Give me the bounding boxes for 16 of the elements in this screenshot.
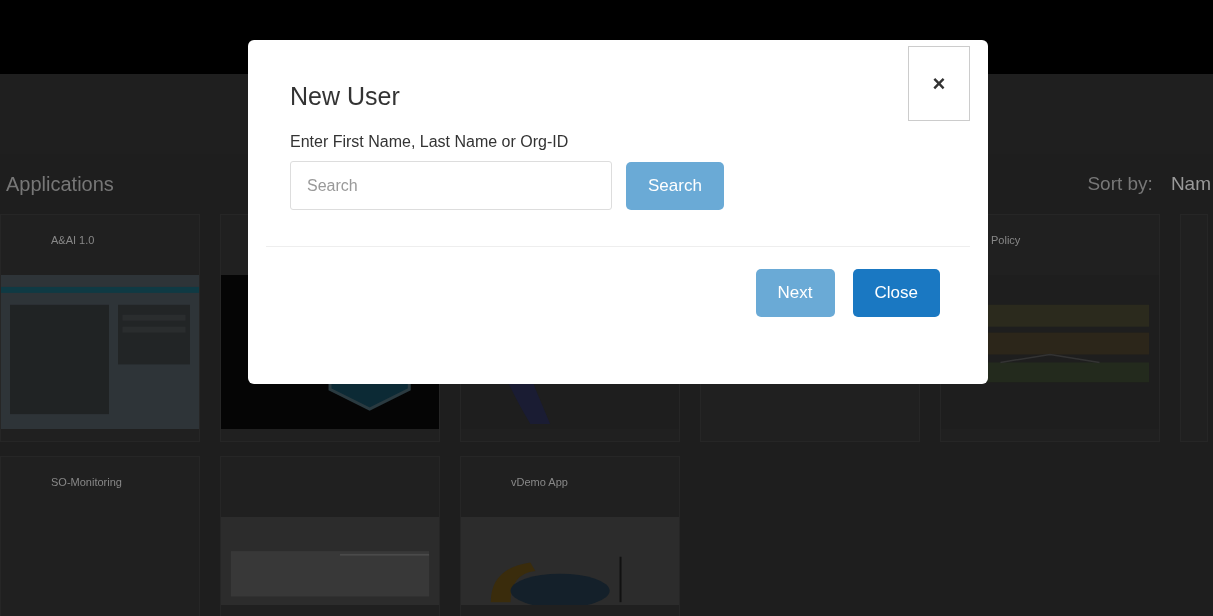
dialog-title: New User (290, 82, 400, 111)
card-title: SO-Monitoring (51, 476, 122, 488)
sort-label: Sort by: (1087, 173, 1153, 195)
dialog-button[interactable]: Close (852, 269, 940, 317)
field-label: Enter First Name, Last Name or Org-ID (290, 133, 570, 151)
app-card[interactable]: SO-Monitoring (0, 456, 200, 616)
search-field[interactable]: Search (290, 161, 612, 210)
card-title: vDemo App (511, 476, 568, 488)
page-title: Applications (6, 172, 114, 196)
card-title: A&AI 1.0 (51, 234, 95, 246)
card-title: Policy (991, 234, 1021, 246)
app-card[interactable]: A&AI 1.0 (0, 214, 200, 442)
app-card[interactable] (220, 456, 440, 616)
sort-dropdown[interactable]: Nam (1170, 173, 1213, 195)
app-card[interactable]: vDemo App (460, 456, 680, 616)
close-button[interactable]: × (908, 46, 970, 121)
